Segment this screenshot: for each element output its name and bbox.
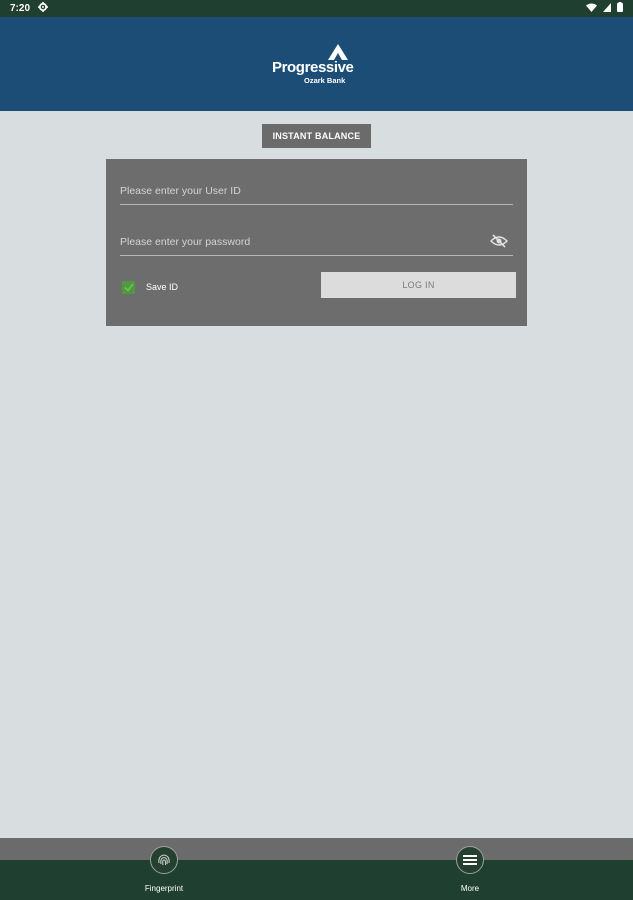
fingerprint-icon [150, 846, 178, 874]
status-time: 7:20 [10, 3, 31, 14]
settings-icon [38, 2, 49, 15]
wifi-icon [586, 3, 597, 15]
hide-password-icon[interactable] [489, 234, 509, 248]
logo-subtitle: Ozark Bank [304, 76, 346, 85]
login-panel: Save ID LOG IN [106, 159, 527, 326]
bottom-nav: Fingerprint More [0, 846, 633, 900]
battery-icon [617, 2, 623, 15]
login-button[interactable]: LOG IN [321, 272, 516, 298]
user-id-input[interactable] [120, 183, 480, 199]
signal-icon [603, 2, 611, 15]
save-id-option[interactable]: Save ID [122, 280, 178, 294]
login-screen: 7:20 Progressive Ozark Bank INSTANT BALA… [0, 0, 633, 900]
menu-icon [456, 846, 484, 874]
save-id-checkbox[interactable] [122, 280, 135, 294]
bank-logo: Progressive Ozark Bank [272, 44, 362, 85]
nav-label-fingerprint: Fingerprint [144, 884, 184, 893]
nav-label-more: More [460, 884, 480, 893]
user-id-field [120, 177, 513, 205]
password-input[interactable] [120, 234, 480, 250]
password-field [120, 228, 513, 256]
nav-item-more[interactable]: More [440, 846, 500, 900]
bottom-nav-divider [0, 838, 633, 860]
instant-balance-button[interactable]: INSTANT BALANCE [262, 124, 371, 148]
save-id-label: Save ID [146, 282, 179, 292]
nav-item-fingerprint[interactable]: Fingerprint [134, 846, 194, 900]
status-bar: 7:20 [0, 0, 633, 17]
logo-name: Progressive [272, 59, 354, 76]
app-header: Progressive Ozark Bank [0, 17, 633, 111]
logo-mark-icon [328, 44, 348, 60]
